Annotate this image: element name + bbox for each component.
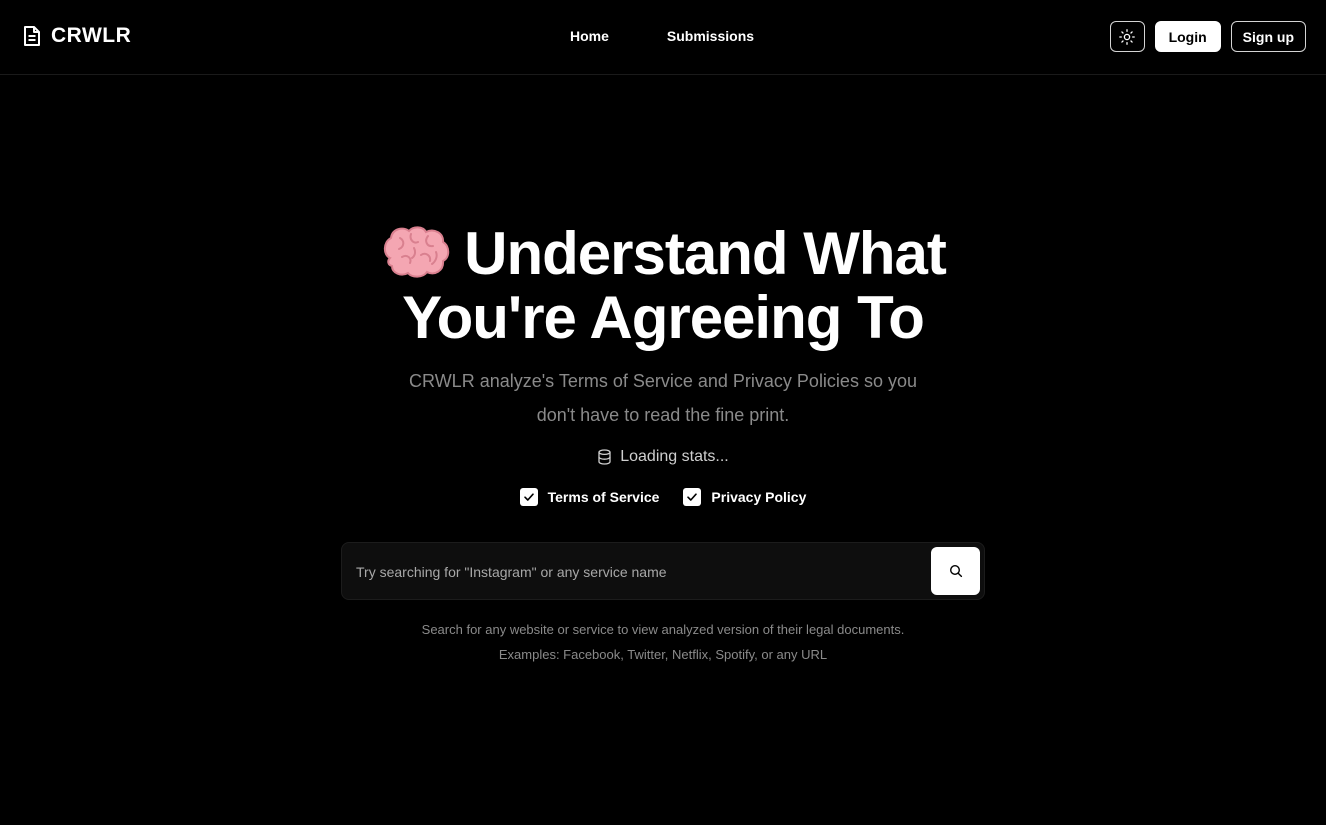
nav-submissions[interactable]: Submissions bbox=[667, 28, 754, 44]
database-icon bbox=[598, 449, 611, 465]
nav-home[interactable]: Home bbox=[570, 28, 609, 44]
filter-terms-of-service[interactable]: Terms of Service bbox=[519, 488, 660, 506]
main-nav: Home Submissions bbox=[570, 28, 754, 44]
hero-title-line2: You're Agreeing To bbox=[402, 284, 925, 351]
document-filters: Terms of Service Privacy Policy bbox=[0, 488, 1326, 506]
top-navbar: CRWLR Home Submissions Login Sign up bbox=[0, 0, 1326, 75]
hero-subtitle: CRWLR analyze's Terms of Service and Pri… bbox=[343, 364, 983, 432]
help-line1: Search for any website or service to vie… bbox=[421, 622, 905, 637]
filter-privacy-policy[interactable]: Privacy Policy bbox=[683, 488, 806, 506]
hero-subtitle-line2: don't have to read the fine print. bbox=[536, 405, 790, 425]
search-button[interactable] bbox=[931, 547, 980, 595]
brain-emoji bbox=[384, 226, 450, 278]
hero-section: Understand What You're Agreeing To CRWLR… bbox=[0, 222, 1326, 506]
page: CRWLR Home Submissions Login Sign up Und… bbox=[0, 0, 1326, 825]
signup-button[interactable]: Sign up bbox=[1230, 21, 1306, 52]
check-icon bbox=[523, 493, 534, 501]
help-line2: Examples: Facebook, Twitter, Netflix, Sp… bbox=[498, 647, 828, 662]
theme-toggle-button[interactable] bbox=[1109, 21, 1145, 52]
brand-name: CRWLR bbox=[51, 24, 132, 47]
header-actions: Login Sign up bbox=[1109, 21, 1306, 52]
stats-indicator: Loading stats... bbox=[0, 448, 1326, 466]
search-icon bbox=[949, 564, 962, 578]
privacy-checkbox[interactable] bbox=[683, 488, 702, 506]
tos-label: Terms of Service bbox=[547, 489, 660, 505]
search-input[interactable] bbox=[354, 555, 928, 589]
login-button[interactable]: Login bbox=[1154, 21, 1221, 52]
search-help: Search for any website or service to vie… bbox=[0, 617, 1326, 667]
privacy-label: Privacy Policy bbox=[711, 489, 807, 505]
sun-icon bbox=[1119, 28, 1135, 45]
document-icon bbox=[24, 26, 40, 46]
tos-checkbox[interactable] bbox=[519, 488, 538, 506]
brand-logo[interactable]: CRWLR bbox=[22, 24, 131, 48]
stats-text: Loading stats... bbox=[620, 448, 729, 465]
check-icon bbox=[687, 493, 698, 501]
hero-subtitle-line1: CRWLR analyze's Terms of Service and Pri… bbox=[409, 371, 917, 391]
hero-title: Understand What You're Agreeing To bbox=[0, 222, 1326, 350]
hero-title-line1: Understand What bbox=[464, 220, 947, 287]
search-bar bbox=[341, 542, 985, 600]
